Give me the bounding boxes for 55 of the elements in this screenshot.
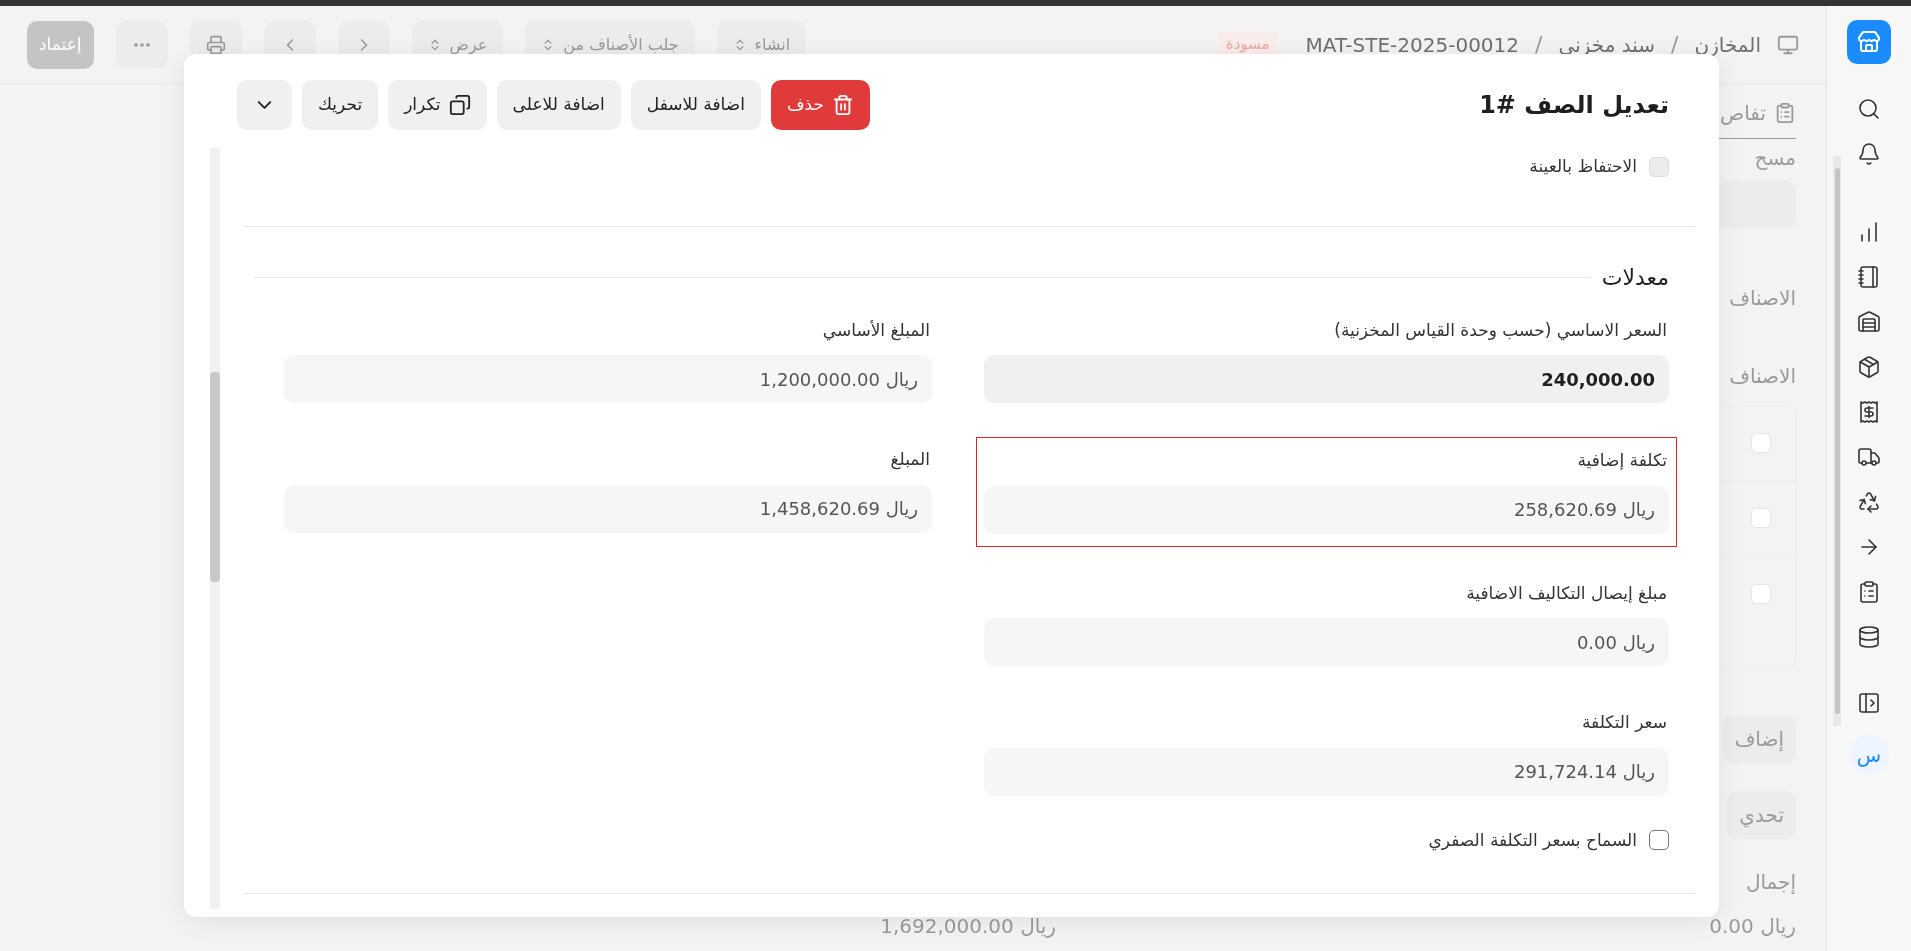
input-field: ريال 1,200,000.00: [284, 355, 932, 403]
scrollbar-thumb[interactable]: [210, 372, 220, 582]
checkbox-label: السماح بسعر التكلفة الصفري: [1428, 828, 1637, 853]
input-field: ريال 0.00: [984, 618, 1669, 666]
app-logo[interactable]: [1847, 20, 1891, 64]
clipboard-icon[interactable]: [1857, 580, 1881, 604]
copy-icon: [448, 94, 471, 116]
receipt-icon[interactable]: [1857, 400, 1881, 424]
section-label: الاصناف: [1729, 363, 1796, 390]
database-icon[interactable]: [1857, 625, 1881, 649]
input-field: ريال 258,620.69: [984, 485, 1669, 534]
search-icon[interactable]: [1857, 97, 1881, 121]
field-label: المبلغ: [889, 448, 931, 472]
ellipsis-icon: [133, 42, 150, 47]
action-button[interactable]: إضاف: [1722, 715, 1796, 763]
avatar[interactable]: س: [1849, 735, 1889, 775]
section-label: الاصناف: [1729, 285, 1796, 312]
delete-button[interactable]: حذف: [770, 80, 870, 130]
warehouse-icon[interactable]: [1857, 310, 1881, 334]
notebook-icon[interactable]: [1857, 265, 1881, 289]
bell-icon[interactable]: [1857, 142, 1881, 166]
total-value: ريال 0.00: [1708, 913, 1796, 940]
action-button[interactable]: تحريك: [302, 80, 379, 130]
dialog-title: تعديل الصف #1: [1479, 90, 1669, 121]
field-label: السعر الاساسي (حسب وحدة القياس المخزنية): [1333, 318, 1668, 343]
input-field: ريال 291,724.14: [984, 747, 1669, 796]
recycle-icon[interactable]: [1857, 490, 1881, 514]
printer-icon: [205, 34, 226, 55]
trash-icon: [831, 94, 854, 116]
total-label: إجمال: [1745, 869, 1796, 896]
breadcrumb-separator: /: [1671, 31, 1679, 59]
total-value: ريال 1,692,000.00: [880, 913, 1056, 940]
action-button[interactable]: اضافة للاسفل: [630, 80, 761, 130]
field-label: مسح: [1754, 145, 1796, 172]
truck-icon[interactable]: [1857, 445, 1881, 469]
tab[interactable]: تفاص: [1720, 98, 1766, 128]
field-label: المبلغ الأساسي: [821, 318, 931, 343]
checkbox[interactable]: [1649, 830, 1669, 851]
breadcrumb[interactable]: المخازن: [1688, 24, 1767, 65]
section-title: معدلات: [1601, 263, 1669, 292]
breadcrumb-separator: /: [1535, 31, 1543, 59]
duplicate-button[interactable]: تكرار: [388, 80, 487, 130]
field-label: تكلفة إضافية: [1576, 449, 1668, 472]
clipboard-icon: [1774, 102, 1796, 124]
action-button[interactable]: تحدي: [1727, 791, 1796, 839]
input-field[interactable]: 240,000.00: [984, 355, 1669, 403]
monitor-icon: [1777, 33, 1799, 56]
input-field: ريال 1,458,620.69: [284, 484, 932, 533]
input-field[interactable]: [1716, 181, 1796, 229]
package-icon[interactable]: [1857, 355, 1881, 379]
field-label: سعر التكلفة: [1581, 711, 1668, 734]
action-button[interactable]: اضافة للاعلى: [496, 80, 621, 130]
field-label: مبلغ إيصال التكاليف الاضافية: [1465, 581, 1668, 606]
checkbox-label: الاحتفاظ بالعينة: [1529, 155, 1637, 178]
sidebar-toggle-icon[interactable]: [1857, 691, 1881, 715]
